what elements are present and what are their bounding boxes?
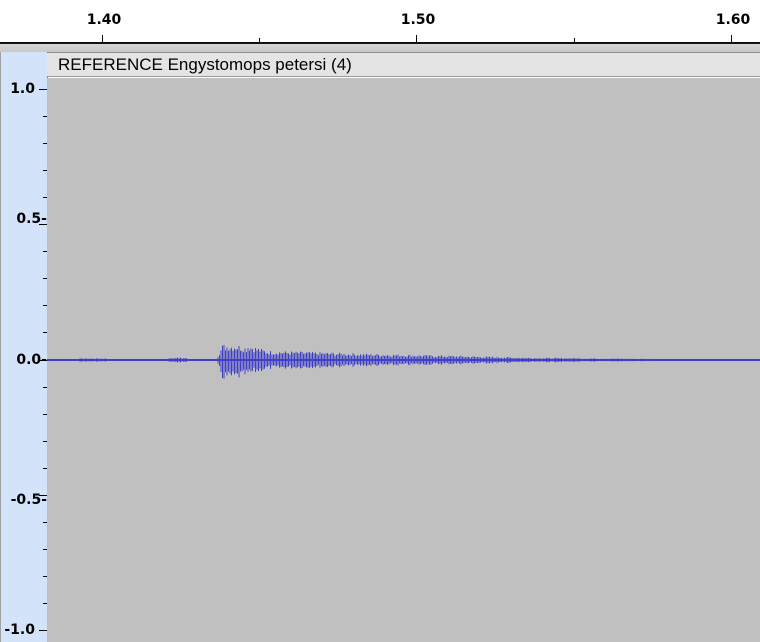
amplitude-tick: [39, 89, 47, 90]
timeline-label-1-50: 1.50: [400, 12, 436, 28]
amplitude-tick: [39, 224, 47, 225]
amplitude-ruler[interactable]: 1.0 0.5- 0.0- -0.5- -1.0: [0, 52, 48, 642]
amplitude-tick: [39, 360, 47, 361]
waveform: [47, 345, 760, 379]
timeline-label-1-40: 1.40: [86, 12, 122, 28]
track-title[interactable]: REFERENCE Engystomops petersi (4): [47, 53, 760, 77]
waveform-signal: [47, 345, 760, 379]
amplitude-label-top: 1.0: [10, 81, 35, 97]
timeline-label-1-60: 1.60: [715, 12, 751, 28]
track-separator: [0, 44, 760, 53]
amplitude-tick: [39, 495, 47, 496]
amplitude-tick: [39, 630, 47, 631]
timeline-ruler[interactable]: 1.40 1.50 1.60: [0, 0, 760, 44]
amplitude-label-bottom: -1.0: [4, 622, 35, 638]
waveform-display[interactable]: [47, 78, 760, 642]
